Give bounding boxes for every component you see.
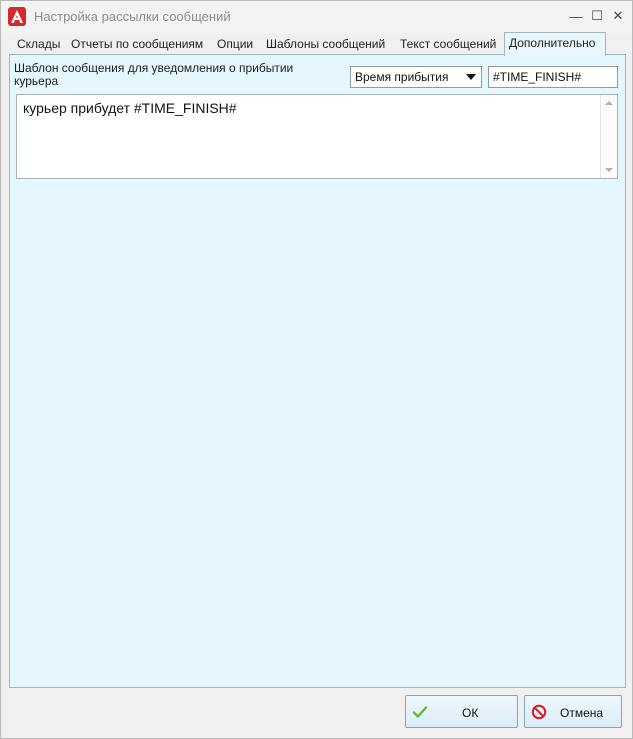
variable-select[interactable]: Время прибытия	[350, 66, 482, 88]
text-area-scrollbar[interactable]	[600, 95, 617, 178]
minimize-icon: —	[569, 8, 583, 24]
maximize-icon: ☐	[591, 8, 603, 23]
no-entry-icon	[531, 704, 547, 720]
tab-message-text[interactable]: Текст сообщений	[396, 35, 500, 56]
tab-options[interactable]: Опции	[213, 35, 257, 56]
variable-select-value: Время прибытия	[355, 70, 449, 84]
template-text: курьер прибудет #TIME_FINISH#	[23, 100, 237, 116]
ok-button-label: ОК	[462, 706, 479, 720]
template-label: Шаблон сообщения для уведомления о прибы…	[14, 61, 294, 88]
scroll-down-icon[interactable]	[605, 168, 613, 172]
tab-warehouses[interactable]: Склады	[13, 35, 64, 56]
maximize-button[interactable]: ☐	[588, 7, 606, 25]
ok-button[interactable]: ОК	[405, 695, 518, 728]
cancel-button-label: Отмена	[560, 706, 604, 720]
close-button[interactable]: ✕	[609, 7, 627, 25]
app-logo-icon	[8, 7, 26, 26]
title-bar[interactable]: Настройка рассылки сообщений — ☐ ✕	[1, 1, 632, 33]
tab-additional[interactable]: Дополнительно	[504, 32, 606, 56]
checkmark-icon	[412, 706, 428, 718]
tab-message-reports[interactable]: Отчеты по сообщениям	[67, 35, 207, 56]
minimize-button[interactable]: —	[567, 7, 585, 25]
dropdown-arrow-icon	[466, 74, 476, 80]
template-text-area[interactable]: курьер прибудет #TIME_FINISH#	[16, 94, 618, 179]
settings-window: Настройка рассылки сообщений — ☐ ✕ Склад…	[0, 0, 633, 739]
scroll-up-icon[interactable]	[605, 101, 613, 105]
close-icon: ✕	[612, 8, 624, 23]
window-title: Настройка рассылки сообщений	[34, 9, 231, 24]
tab-bar: Склады Отчеты по сообщениям Опции Шаблон…	[9, 32, 626, 56]
tab-message-templates[interactable]: Шаблоны сообщений	[262, 35, 389, 56]
cancel-button[interactable]: Отмена	[524, 695, 622, 728]
token-field[interactable]	[488, 66, 618, 88]
